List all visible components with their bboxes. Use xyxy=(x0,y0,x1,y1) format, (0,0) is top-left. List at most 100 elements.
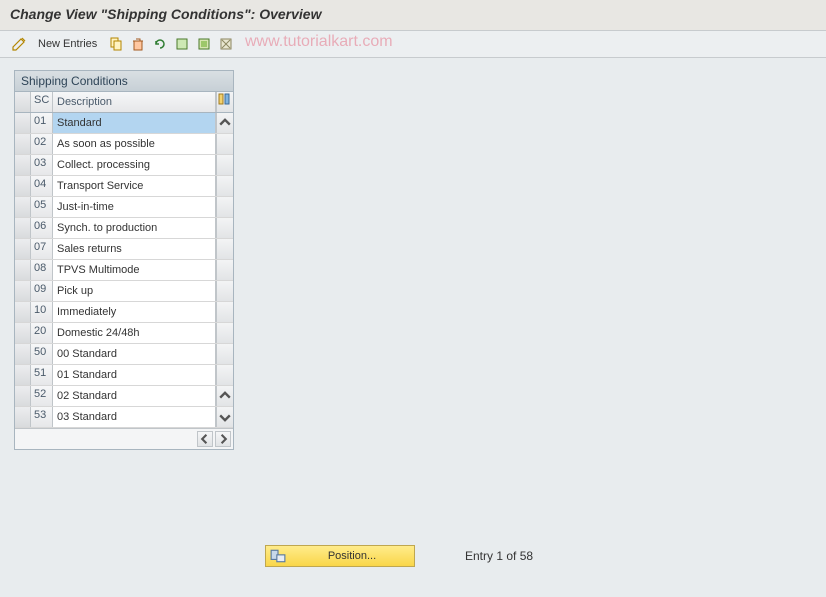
row-selector[interactable] xyxy=(15,323,31,343)
position-icon xyxy=(270,548,286,564)
cell-description[interactable]: Standard xyxy=(53,113,216,133)
cell-sc[interactable]: 09 xyxy=(31,281,53,301)
panel-title: Shipping Conditions xyxy=(15,71,233,92)
cell-description[interactable]: TPVS Multimode xyxy=(53,260,216,280)
vertical-scrollbar-track[interactable] xyxy=(216,302,233,322)
row-selector[interactable] xyxy=(15,134,31,154)
table-row[interactable]: 08TPVS Multimode xyxy=(15,260,233,281)
toggle-display-change-icon[interactable] xyxy=(10,35,28,53)
vertical-scrollbar-track[interactable] xyxy=(216,323,233,343)
cell-sc[interactable]: 03 xyxy=(31,155,53,175)
vertical-scrollbar-track[interactable] xyxy=(216,239,233,259)
cell-description[interactable]: Synch. to production xyxy=(53,218,216,238)
vertical-scrollbar-track[interactable] xyxy=(216,218,233,238)
row-selector[interactable] xyxy=(15,281,31,301)
table-row[interactable]: 06Synch. to production xyxy=(15,218,233,239)
vertical-scrollbar-track[interactable] xyxy=(216,386,233,406)
cell-description[interactable]: Immediately xyxy=(53,302,216,322)
row-selector[interactable] xyxy=(15,344,31,364)
row-selector-header[interactable] xyxy=(15,92,31,112)
cell-sc[interactable]: 01 xyxy=(31,113,53,133)
cell-description[interactable]: 03 Standard xyxy=(53,407,216,427)
cell-sc[interactable]: 04 xyxy=(31,176,53,196)
cell-sc[interactable]: 07 xyxy=(31,239,53,259)
cell-description[interactable]: As soon as possible xyxy=(53,134,216,154)
cell-description[interactable]: 00 Standard xyxy=(53,344,216,364)
table-row[interactable]: 02As soon as possible xyxy=(15,134,233,155)
table-row[interactable]: 05Just-in-time xyxy=(15,197,233,218)
position-button[interactable]: Position... xyxy=(265,545,415,567)
table-row[interactable]: 5000 Standard xyxy=(15,344,233,365)
new-entries-button[interactable]: New Entries xyxy=(32,36,103,52)
vertical-scrollbar-track[interactable] xyxy=(216,134,233,154)
table-row[interactable]: 09Pick up xyxy=(15,281,233,302)
table-row[interactable]: 10Immediately xyxy=(15,302,233,323)
vertical-scrollbar-track[interactable] xyxy=(216,176,233,196)
cell-description[interactable]: Just-in-time xyxy=(53,197,216,217)
scroll-down-button[interactable] xyxy=(217,407,233,427)
cell-sc[interactable]: 08 xyxy=(31,260,53,280)
cell-description[interactable]: 01 Standard xyxy=(53,365,216,385)
column-header-sc[interactable]: SC xyxy=(31,92,53,112)
copy-icon[interactable] xyxy=(107,35,125,53)
application-toolbar: New Entries xyxy=(0,31,826,58)
entry-counter: Entry 1 of 58 xyxy=(465,549,533,563)
delete-icon[interactable] xyxy=(129,35,147,53)
vertical-scrollbar-track[interactable] xyxy=(216,344,233,364)
cell-sc[interactable]: 02 xyxy=(31,134,53,154)
scroll-up-button[interactable] xyxy=(217,113,233,133)
row-selector[interactable] xyxy=(15,239,31,259)
row-selector[interactable] xyxy=(15,407,31,427)
row-selector[interactable] xyxy=(15,218,31,238)
cell-sc[interactable]: 10 xyxy=(31,302,53,322)
vertical-scrollbar-track[interactable] xyxy=(216,365,233,385)
column-header-description[interactable]: Description xyxy=(53,92,216,112)
grid-header-row: SC Description xyxy=(15,92,233,113)
undo-change-icon[interactable] xyxy=(151,35,169,53)
shipping-conditions-panel: Shipping Conditions SC Description 01Sta… xyxy=(14,70,234,450)
horizontal-scroll-bar xyxy=(15,428,233,449)
table-row[interactable]: 5202 Standard xyxy=(15,386,233,407)
cell-description[interactable]: Transport Service xyxy=(53,176,216,196)
row-selector[interactable] xyxy=(15,197,31,217)
configure-columns-button[interactable] xyxy=(216,92,233,112)
select-block-icon[interactable] xyxy=(195,35,213,53)
cell-sc[interactable]: 53 xyxy=(31,407,53,427)
table-row[interactable]: 01Standard xyxy=(15,113,233,134)
table-row[interactable]: 5303 Standard xyxy=(15,407,233,428)
cell-sc[interactable]: 51 xyxy=(31,365,53,385)
vertical-scrollbar-track[interactable] xyxy=(216,155,233,175)
cell-description[interactable]: Sales returns xyxy=(53,239,216,259)
table-row[interactable]: 07Sales returns xyxy=(15,239,233,260)
cell-sc[interactable]: 52 xyxy=(31,386,53,406)
cell-sc[interactable]: 20 xyxy=(31,323,53,343)
cell-description[interactable]: Collect. processing xyxy=(53,155,216,175)
scroll-left-button[interactable] xyxy=(197,431,213,447)
row-selector[interactable] xyxy=(15,302,31,322)
vertical-scrollbar-track[interactable] xyxy=(216,113,233,133)
cell-sc[interactable]: 50 xyxy=(31,344,53,364)
cell-description[interactable]: Pick up xyxy=(53,281,216,301)
cell-sc[interactable]: 06 xyxy=(31,218,53,238)
row-selector[interactable] xyxy=(15,365,31,385)
row-selector[interactable] xyxy=(15,113,31,133)
cell-description[interactable]: 02 Standard xyxy=(53,386,216,406)
row-selector[interactable] xyxy=(15,386,31,406)
table-row[interactable]: 04Transport Service xyxy=(15,176,233,197)
vertical-scrollbar-track[interactable] xyxy=(216,260,233,280)
vertical-scrollbar-track[interactable] xyxy=(216,281,233,301)
vertical-scrollbar-track[interactable] xyxy=(216,407,233,427)
table-row[interactable]: 20Domestic 24/48h xyxy=(15,323,233,344)
scroll-right-button[interactable] xyxy=(215,431,231,447)
scroll-up-small-button[interactable] xyxy=(217,386,233,406)
table-row[interactable]: 03Collect. processing xyxy=(15,155,233,176)
table-row[interactable]: 5101 Standard xyxy=(15,365,233,386)
cell-description[interactable]: Domestic 24/48h xyxy=(53,323,216,343)
row-selector[interactable] xyxy=(15,155,31,175)
row-selector[interactable] xyxy=(15,176,31,196)
cell-sc[interactable]: 05 xyxy=(31,197,53,217)
vertical-scrollbar-track[interactable] xyxy=(216,197,233,217)
row-selector[interactable] xyxy=(15,260,31,280)
deselect-all-icon[interactable] xyxy=(217,35,235,53)
select-all-icon[interactable] xyxy=(173,35,191,53)
